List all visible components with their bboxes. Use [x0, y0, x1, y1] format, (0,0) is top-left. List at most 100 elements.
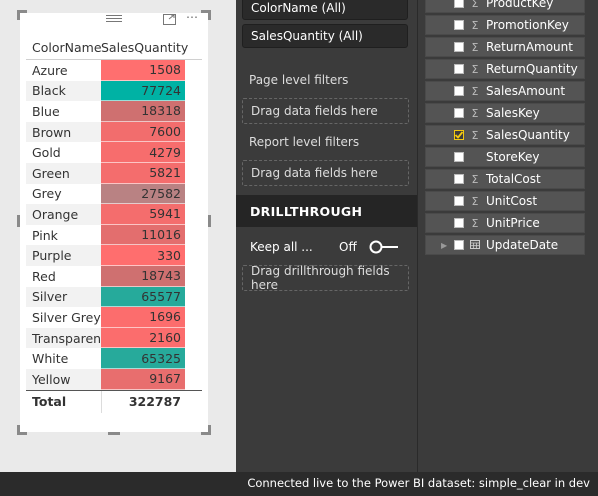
sales-quantity-cell: 65577	[101, 286, 185, 308]
table-row[interactable]: Blue 18318	[26, 101, 202, 122]
table-row[interactable]: Azure 1508	[26, 60, 202, 81]
color-name-cell: Red	[32, 268, 56, 284]
color-name-cell: Pink	[32, 227, 58, 243]
field-item[interactable]: ▶ UpdateDate	[425, 235, 585, 255]
drag-grip-icon[interactable]	[106, 13, 122, 22]
sales-quantity-cell: 2160	[101, 327, 185, 349]
field-item[interactable]: Σ SalesAmount	[425, 81, 585, 101]
resize-handle[interactable]	[17, 215, 20, 227]
field-checkbox[interactable]	[454, 64, 464, 74]
resize-handle[interactable]	[201, 425, 211, 435]
color-name-cell: White	[32, 351, 69, 367]
status-bar: Connected live to the Power BI dataset: …	[0, 472, 598, 496]
sales-quantity-cell: 5821	[101, 162, 185, 184]
total-label: Total	[32, 394, 67, 409]
table-header: ColorName SalesQuantity	[26, 35, 202, 60]
field-checkbox[interactable]	[454, 240, 464, 250]
sigma-icon: Σ	[471, 40, 479, 54]
sales-quantity-cell: 4279	[101, 142, 185, 163]
color-name-cell: Azure	[32, 62, 68, 78]
more-options-icon[interactable]: ⋯	[186, 10, 199, 24]
column-header-colorname[interactable]: ColorName	[26, 40, 102, 55]
resize-handle[interactable]	[17, 10, 27, 20]
focus-mode-icon[interactable]	[163, 14, 176, 25]
field-checkbox[interactable]	[454, 152, 464, 162]
table-row[interactable]: Black 77724	[26, 80, 202, 102]
field-checkbox[interactable]	[454, 174, 464, 184]
total-value: 322787	[101, 390, 185, 413]
table-row[interactable]: Green 5821	[26, 162, 202, 184]
table-body: Azure 1508 Black 77724 Blue 18318 Brown 7600 Gol…	[26, 60, 202, 390]
field-checkbox[interactable]	[454, 130, 464, 140]
field-checkbox[interactable]	[454, 218, 464, 228]
field-checkbox[interactable]	[454, 20, 464, 30]
field-item[interactable]: Σ UnitPrice	[425, 213, 585, 233]
table-row[interactable]: Orange 5941	[26, 204, 202, 225]
table-row[interactable]: Pink 11016	[26, 224, 202, 246]
table-visual[interactable]: ⋯ ColorName SalesQuantity Azure 1508 Black…	[17, 10, 211, 435]
field-name: TotalCost	[486, 172, 541, 186]
table-row[interactable]: Yellow 9167	[26, 368, 202, 390]
page-filters-dropzone[interactable]: Drag data fields here	[242, 98, 409, 124]
table-row[interactable]: Gold 4279	[26, 142, 202, 163]
resize-handle[interactable]	[208, 215, 211, 227]
table-row[interactable]: Purple 330	[26, 245, 202, 266]
field-item[interactable]: Σ SalesQuantity	[425, 125, 585, 145]
field-item[interactable]: Σ ReturnQuantity	[425, 59, 585, 79]
resize-handle[interactable]	[108, 432, 120, 435]
table-row[interactable]: Grey 27582	[26, 183, 202, 205]
field-checkbox[interactable]	[454, 42, 464, 52]
filter-card-colorname[interactable]: ColorName (All)	[242, 0, 408, 20]
resize-handle[interactable]	[17, 425, 27, 435]
keep-all-toggle[interactable]	[368, 239, 400, 255]
color-name-cell: Black	[26, 80, 101, 102]
field-item[interactable]: Σ SalesKey	[425, 103, 585, 123]
fields-pane: Σ ProductKey Σ PromotionKey Σ ReturnAmount Σ Re…	[417, 0, 598, 472]
field-item[interactable]: Σ ReturnAmount	[425, 37, 585, 57]
keep-all-filters-label: Keep all ...	[250, 240, 313, 254]
sigma-icon: Σ	[471, 194, 479, 208]
sales-quantity-cell: 65325	[101, 348, 185, 369]
table-row[interactable]: Silver 65577	[26, 286, 202, 308]
field-item[interactable]: Σ TotalCost	[425, 169, 585, 189]
color-name-cell: Orange	[26, 204, 101, 225]
sales-quantity-cell: 18743	[101, 265, 185, 287]
field-name: SalesKey	[486, 106, 540, 120]
field-checkbox[interactable]	[454, 196, 464, 206]
field-name: ProductKey	[486, 0, 554, 10]
field-name: SalesAmount	[486, 84, 566, 98]
color-name-cell: Purple	[26, 245, 101, 266]
sales-quantity-cell: 330	[101, 245, 185, 266]
drillthrough-dropzone[interactable]: Drag drillthrough fields here	[242, 264, 409, 292]
table-row[interactable]: Transparent 2160	[26, 327, 202, 349]
sales-quantity-cell: 7600	[101, 121, 185, 143]
connection-status: Connected live to the Power BI dataset: …	[247, 476, 590, 490]
field-name: StoreKey	[486, 150, 540, 164]
keep-all-value: Off	[339, 240, 357, 254]
sales-quantity-cell: 77724	[101, 80, 185, 102]
column-header-salesquantity[interactable]: SalesQuantity	[95, 40, 202, 55]
data-table: ColorName SalesQuantity Azure 1508 Black 77…	[26, 35, 202, 413]
field-name: UpdateDate	[486, 238, 559, 252]
table-row[interactable]: Red 18743	[26, 265, 202, 287]
field-item[interactable]: Σ UnitCost	[425, 191, 585, 211]
field-checkbox[interactable]	[454, 108, 464, 118]
filter-card-salesquantity[interactable]: SalesQuantity (All)	[242, 24, 408, 48]
sigma-icon: Σ	[471, 172, 479, 186]
table-row[interactable]: White 65325	[26, 348, 202, 369]
field-item[interactable]: StoreKey	[425, 147, 585, 167]
table-row[interactable]: Brown 7600	[26, 121, 202, 143]
sales-quantity-cell: 1696	[101, 307, 185, 328]
field-checkbox[interactable]	[454, 0, 464, 8]
table-row[interactable]: Silver Grey 1696	[26, 307, 202, 328]
field-checkbox[interactable]	[454, 86, 464, 96]
color-name-cell: Yellow	[26, 368, 101, 390]
report-filters-dropzone[interactable]: Drag data fields here	[242, 160, 409, 186]
expand-icon[interactable]: ▶	[441, 241, 447, 250]
sigma-icon: Σ	[471, 106, 479, 120]
calendar-icon	[469, 239, 481, 252]
field-item[interactable]: Σ PromotionKey	[425, 15, 585, 35]
field-item[interactable]: Σ ProductKey	[425, 0, 585, 13]
field-name: ReturnAmount	[486, 40, 573, 54]
resize-handle[interactable]	[201, 10, 211, 20]
